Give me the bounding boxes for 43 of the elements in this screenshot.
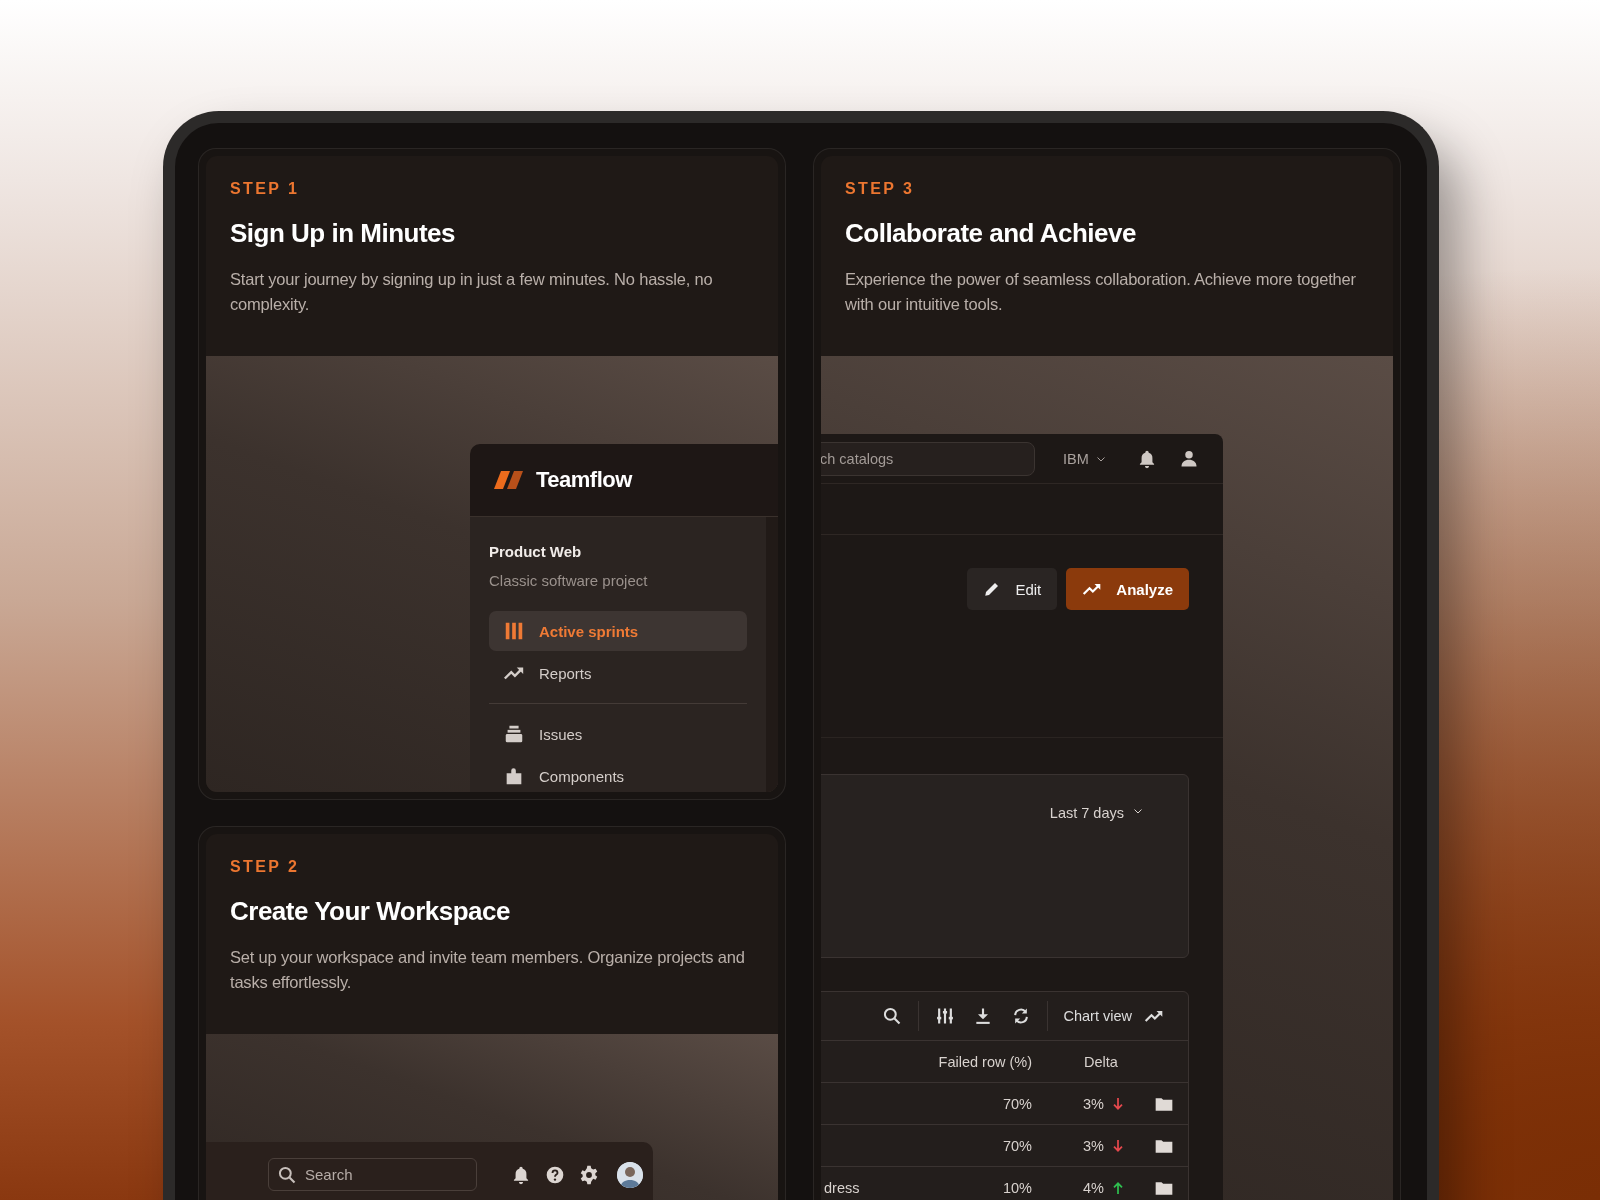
brand-name: Teamflow [536, 467, 632, 493]
table-cell-text: dress [823, 1179, 861, 1196]
project-type: Classic software project [489, 572, 649, 589]
project-name: Product Web [489, 543, 583, 560]
column-header: Failed row (%) [937, 1053, 1032, 1070]
table-cell: 4% [1083, 1179, 1104, 1196]
nav-item[interactable]: Active sprints [489, 611, 747, 651]
table-cell-text: 70% [1001, 1137, 1032, 1154]
nav-item[interactable]: Issues [489, 714, 747, 754]
step-label: STEP 1 [230, 180, 301, 198]
help-icon[interactable] [545, 1164, 565, 1185]
step-title: Collaborate and Achieve [845, 218, 1137, 249]
step-description: Start your journey by signing up in just a few minutes. No hassle, no complexity. [230, 269, 714, 315]
step-label: STEP 3 [845, 180, 916, 198]
table-cell: 3% [1083, 1137, 1104, 1154]
bell-icon[interactable] [511, 1164, 531, 1185]
analyze-button[interactable]: Analyze [1066, 568, 1189, 610]
column-header: Delta [1083, 1053, 1119, 1070]
table-cell-text: 10% [1001, 1179, 1032, 1196]
chart-view-button[interactable]: Chart view [1063, 1006, 1164, 1026]
step-title: Create Your Workspace [230, 896, 511, 927]
step-title: Sign Up in Minutes [230, 218, 456, 249]
logo-icon [494, 471, 526, 489]
account-dropdown[interactable]: IBM [1063, 450, 1107, 467]
step-description: Experience the power of seamless collaboration. Achieve more together with our intuitive tools. [845, 269, 1357, 315]
sliders-icon[interactable] [934, 1006, 955, 1026]
table-cell-text: 70% [1001, 1095, 1032, 1112]
search-icon[interactable] [881, 1006, 902, 1026]
nav-item[interactable]: Components [489, 756, 747, 792]
step-description: Set up your workspace and invite team members. Organize projects and tasks effortlessly. [230, 947, 745, 993]
avatar-icon[interactable] [617, 1161, 643, 1188]
search-icon[interactable] [277, 1165, 297, 1185]
stack-icon [503, 723, 525, 745]
search-field[interactable]: ch catalogs [821, 441, 1035, 476]
sprint-bars-icon [503, 620, 525, 642]
table-cell: 3% [1083, 1095, 1104, 1112]
step-label: STEP 2 [230, 858, 301, 876]
search-field[interactable]: Search [268, 1158, 477, 1191]
date-range-dropdown[interactable]: Last 7 days [1049, 805, 1144, 825]
user-icon[interactable] [1178, 448, 1199, 469]
settings-icon[interactable] [579, 1164, 599, 1185]
nav-item[interactable]: Reports [489, 653, 747, 693]
edit-button[interactable]: Edit [967, 568, 1058, 610]
